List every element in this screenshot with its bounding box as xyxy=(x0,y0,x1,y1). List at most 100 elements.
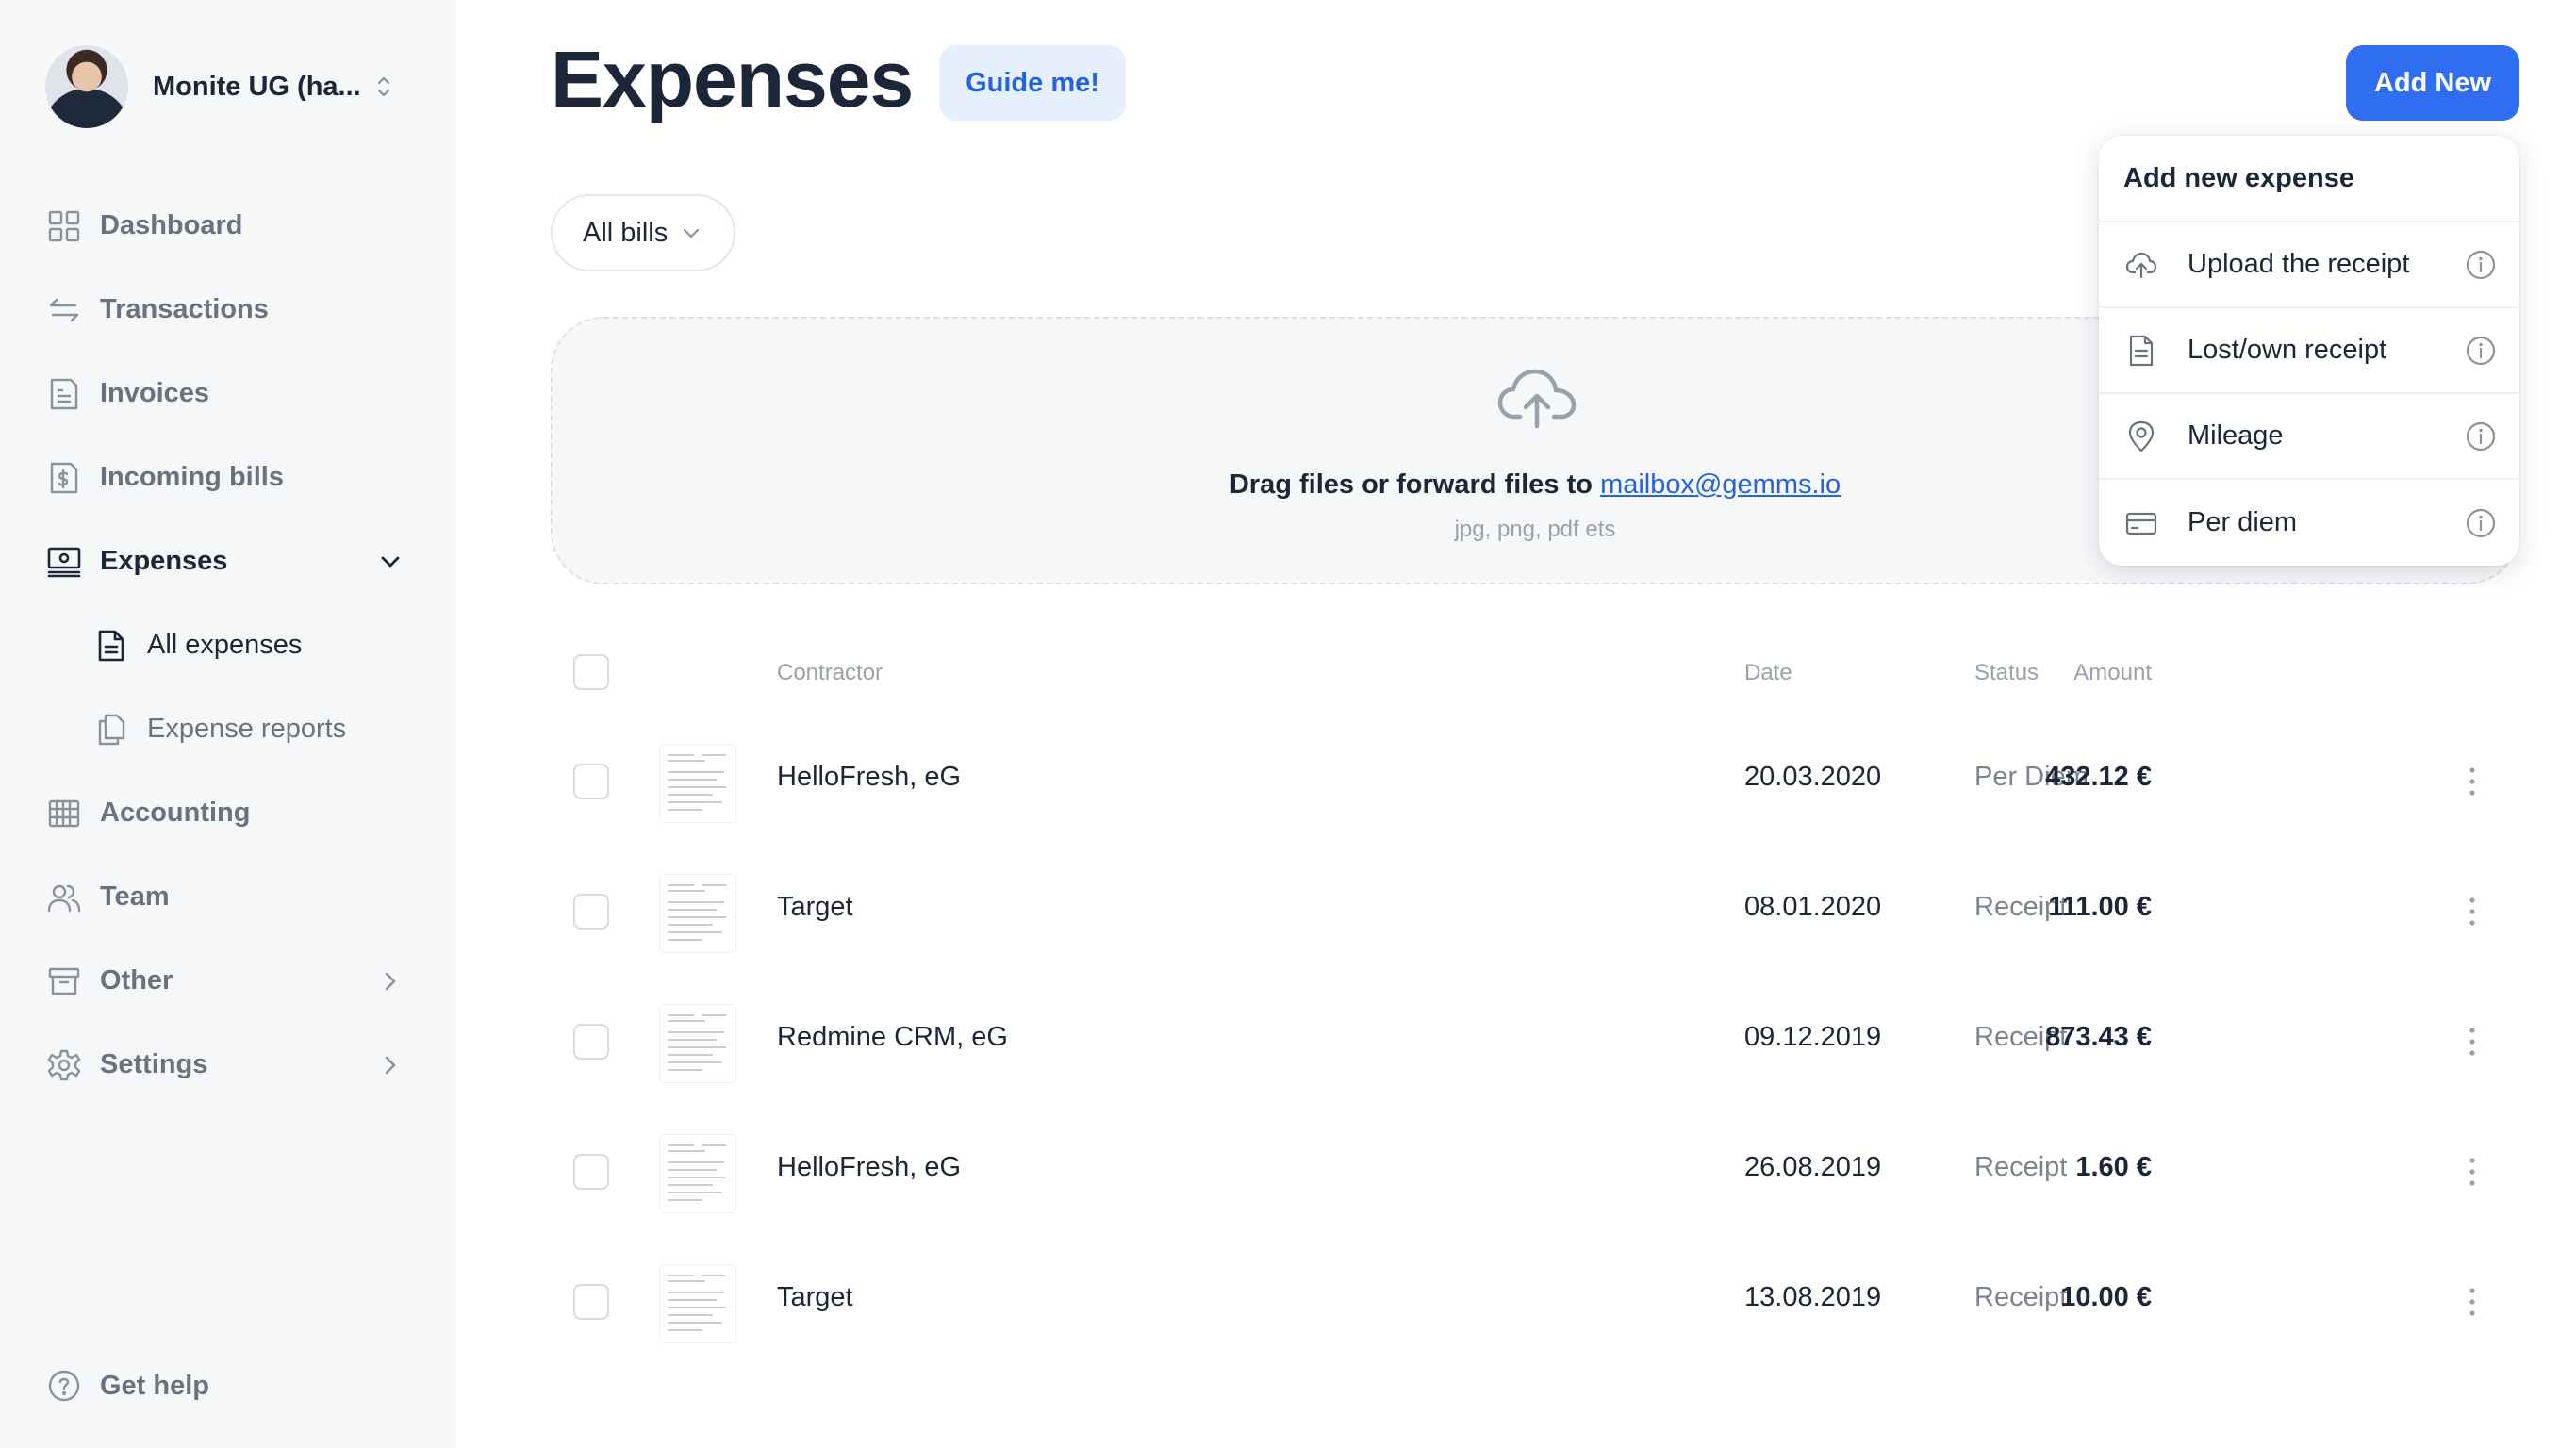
menu-item-upload-receipt[interactable]: Upload the receipt xyxy=(2099,222,2519,308)
sidebar-item-label: Invoices xyxy=(100,378,210,408)
get-help-link[interactable]: Get help xyxy=(47,1365,209,1407)
info-icon[interactable] xyxy=(2465,507,2497,539)
sidebar-item-label: Incoming bills xyxy=(100,462,284,492)
row-checkbox[interactable] xyxy=(573,1154,609,1190)
receipt-thumbnail[interactable] xyxy=(660,1265,735,1342)
table-row[interactable]: Target 08.01.2020 Receipt 111.00 € xyxy=(551,847,2519,977)
chevron-up-down-icon xyxy=(377,76,389,97)
table-header: Contractor Date Status Amount xyxy=(551,630,2519,716)
cell-contractor: Target xyxy=(777,1282,853,1312)
sidebar-item-invoices[interactable]: Invoices xyxy=(0,352,456,436)
abacus-icon xyxy=(47,797,81,831)
sidebar-item-label: Other xyxy=(100,965,173,996)
help-circle-icon xyxy=(48,1370,80,1402)
cell-contractor: Redmine CRM, eG xyxy=(777,1022,1008,1052)
cell-date: 13.08.2019 xyxy=(1744,1282,1882,1312)
menu-item-mileage[interactable]: Mileage xyxy=(2099,394,2519,480)
cloud-upload-icon xyxy=(1497,369,1577,429)
credit-card-icon xyxy=(2125,512,2157,535)
sidebar-item-all-expenses[interactable]: All expenses xyxy=(0,603,456,687)
more-vertical-icon[interactable] xyxy=(2467,896,2478,928)
receipt-thumbnail[interactable] xyxy=(660,875,735,952)
expenses-icon xyxy=(47,545,81,579)
add-expense-menu: Add new expense Upload the receipt Lost/… xyxy=(2099,136,2519,566)
cell-date: 09.12.2019 xyxy=(1744,1022,1882,1052)
get-help-label: Get help xyxy=(100,1370,210,1401)
table-row[interactable]: Target 13.08.2019 Receipt 10.00 € xyxy=(551,1237,2519,1367)
sidebar: Monite UG (ha... Dashboard Transactions … xyxy=(0,0,456,1448)
more-vertical-icon[interactable] xyxy=(2467,1286,2478,1318)
menu-item-label: Per diem xyxy=(2188,507,2298,537)
sidebar-item-dashboard[interactable]: Dashboard xyxy=(0,184,456,268)
table-row[interactable]: Redmine CRM, eG 09.12.2019 Receipt 873.4… xyxy=(551,977,2519,1107)
cell-date: 20.03.2020 xyxy=(1744,762,1882,792)
info-icon[interactable] xyxy=(2465,420,2497,452)
sidebar-item-settings[interactable]: Settings xyxy=(0,1023,456,1107)
cell-amount: 873.43 € xyxy=(2045,1022,2152,1052)
bills-filter-select[interactable]: All bills xyxy=(551,194,735,272)
row-checkbox[interactable] xyxy=(573,894,609,930)
sidebar-nav: Dashboard Transactions Invoices Incoming… xyxy=(0,184,456,1107)
sidebar-item-label: Team xyxy=(100,881,170,912)
bill-dollar-icon xyxy=(47,461,81,495)
cell-amount: 432.12 € xyxy=(2045,762,2152,792)
transfer-arrows-icon xyxy=(47,293,81,327)
more-vertical-icon[interactable] xyxy=(2467,1026,2478,1058)
dashboard-icon xyxy=(47,209,81,243)
column-header-date: Date xyxy=(1744,660,1792,685)
document-icon xyxy=(94,629,128,663)
add-new-button[interactable]: Add New xyxy=(2346,45,2519,121)
guide-me-button[interactable]: Guide me! xyxy=(939,45,1126,121)
org-switcher[interactable]: Monite UG (ha... xyxy=(45,45,393,128)
archive-box-icon xyxy=(47,964,81,998)
select-all-checkbox[interactable] xyxy=(573,654,609,690)
menu-item-lost-receipt[interactable]: Lost/own receipt xyxy=(2099,308,2519,394)
sidebar-item-expense-reports[interactable]: Expense reports xyxy=(0,687,456,771)
column-header-status: Status xyxy=(1974,660,2039,685)
org-name: Monite UG (ha... xyxy=(153,71,361,102)
location-pin-icon xyxy=(2128,420,2155,452)
cell-contractor: Target xyxy=(777,892,853,922)
table-row[interactable]: HelloFresh, eG 26.08.2019 Receipt 1.60 € xyxy=(551,1107,2519,1237)
sidebar-item-label: Expenses xyxy=(100,546,228,576)
sidebar-item-team[interactable]: Team xyxy=(0,855,456,939)
chevron-down-icon xyxy=(684,228,700,239)
receipt-thumbnail[interactable] xyxy=(660,745,735,822)
info-icon[interactable] xyxy=(2465,335,2497,367)
dropzone-instruction: Drag files or forward files to xyxy=(1229,469,1593,500)
sidebar-item-label: All expenses xyxy=(147,630,303,660)
avatar xyxy=(45,45,128,128)
cell-date: 08.01.2020 xyxy=(1744,892,1882,922)
more-vertical-icon[interactable] xyxy=(2467,1156,2478,1188)
info-icon[interactable] xyxy=(2465,249,2497,281)
sidebar-item-label: Expense reports xyxy=(147,714,347,744)
receipt-thumbnail[interactable] xyxy=(660,1005,735,1082)
cloud-upload-icon xyxy=(2125,252,2157,278)
mailbox-email-link[interactable]: mailbox@gemms.io xyxy=(1600,469,1841,500)
sidebar-item-accounting[interactable]: Accounting xyxy=(0,771,456,855)
row-checkbox[interactable] xyxy=(573,1284,609,1320)
receipt-thumbnail[interactable] xyxy=(660,1135,735,1212)
sidebar-item-expenses[interactable]: Expenses xyxy=(0,519,456,603)
column-header-amount: Amount xyxy=(2073,660,2152,685)
row-checkbox[interactable] xyxy=(573,764,609,799)
table-body: HelloFresh, eG 20.03.2020 Per Diem 432.1… xyxy=(551,716,2519,1367)
sidebar-item-incoming-bills[interactable]: Incoming bills xyxy=(0,436,456,519)
chevron-down-icon xyxy=(381,556,400,567)
chevron-right-icon xyxy=(385,1056,396,1074)
sidebar-item-transactions[interactable]: Transactions xyxy=(0,268,456,352)
cell-contractor: HelloFresh, eG xyxy=(777,762,962,792)
cell-status: Receipt xyxy=(1974,1152,2068,1182)
table-row[interactable]: HelloFresh, eG 20.03.2020 Per Diem 432.1… xyxy=(551,716,2519,847)
copy-documents-icon xyxy=(94,713,128,747)
cell-amount: 10.00 € xyxy=(2060,1282,2152,1312)
row-checkbox[interactable] xyxy=(573,1024,609,1060)
sidebar-item-label: Dashboard xyxy=(100,210,243,240)
menu-item-per-diem[interactable]: Per diem xyxy=(2099,480,2519,566)
sidebar-item-other[interactable]: Other xyxy=(0,939,456,1023)
page-title: Expenses xyxy=(551,35,914,123)
document-icon xyxy=(2129,335,2154,366)
more-vertical-icon[interactable] xyxy=(2467,765,2478,798)
users-icon xyxy=(47,880,81,914)
menu-title: Add new expense xyxy=(2099,136,2519,222)
